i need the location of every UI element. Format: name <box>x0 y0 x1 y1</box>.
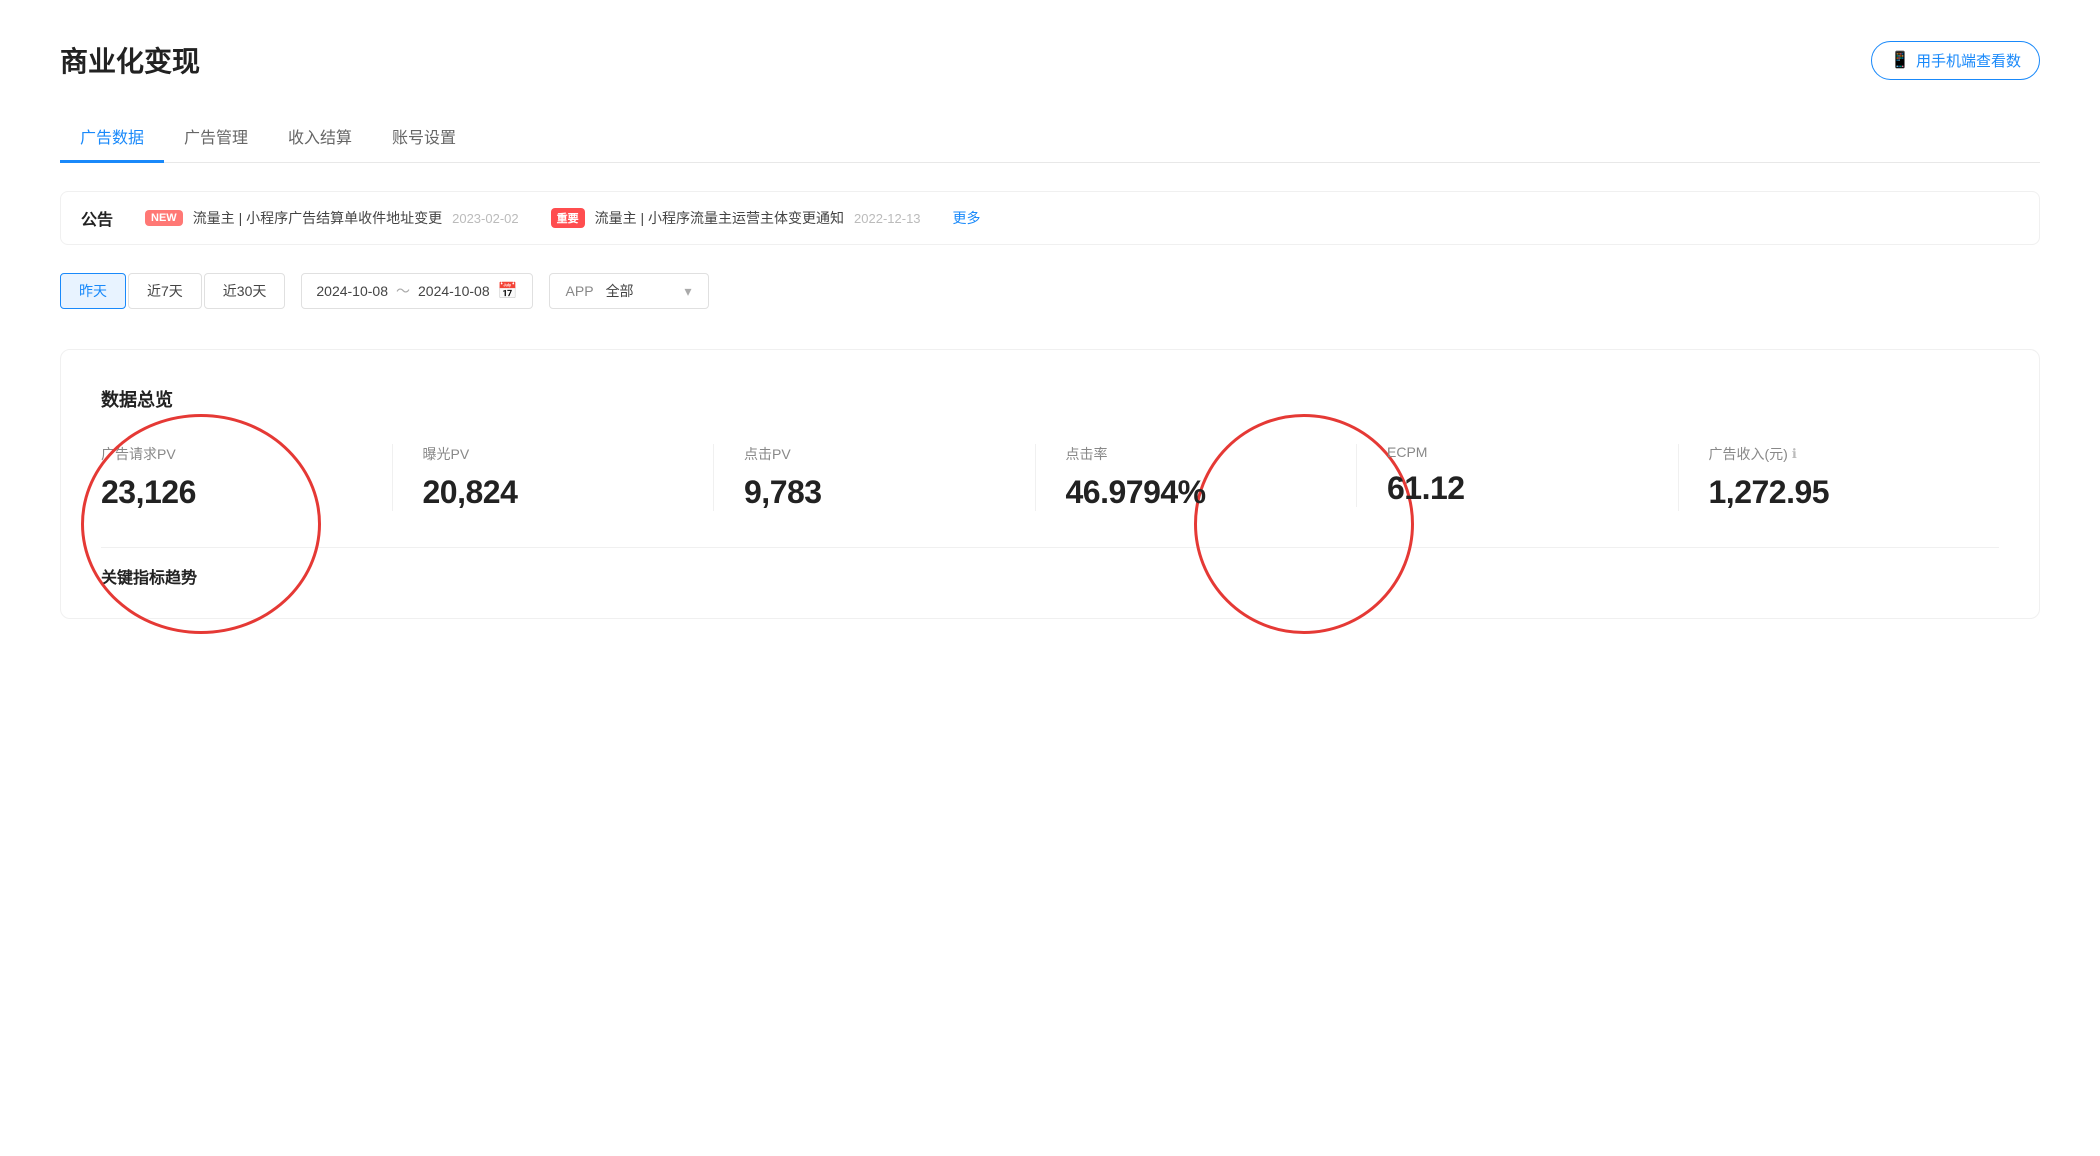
notice-badge-new: NEW <box>145 210 183 226</box>
metric-label-click-rate: 点击率 <box>1066 444 1327 464</box>
metric-value-click: 9,783 <box>744 474 1005 511</box>
mobile-btn-label: 用手机端查看数 <box>1916 50 2021 71</box>
metric-ad-request-pv: 广告请求PV 23,126 <box>101 444 392 511</box>
metric-label-ecpm: ECPM <box>1387 444 1648 460</box>
time-btn-30days[interactable]: 近30天 <box>204 273 286 309</box>
time-btn-yesterday[interactable]: 昨天 <box>60 273 126 309</box>
notice-badge-important: 重要 <box>551 208 585 228</box>
notice-more-link[interactable]: 更多 <box>953 208 981 228</box>
metric-ecpm: ECPM 61.12 <box>1356 444 1678 507</box>
metric-value-exposure: 20,824 <box>423 474 684 511</box>
date-end: 2024-10-08 <box>418 283 490 299</box>
metric-label-ad-request: 广告请求PV <box>101 444 362 464</box>
notice-label: 公告 <box>81 206 113 230</box>
notice-text-1: 流量主 | 小程序广告结算单收件地址变更 <box>193 208 442 228</box>
data-overview-section: 数据总览 广告请求PV 23,126 曝光PV 20,824 <box>60 349 2040 619</box>
metric-label-ad-revenue: 广告收入(元) ℹ <box>1709 444 1970 464</box>
metric-value-ad-revenue: 1,272.95 <box>1709 474 1970 511</box>
chevron-down-icon: ▾ <box>685 283 692 300</box>
metric-exposure-pv: 曝光PV 20,824 <box>392 444 714 511</box>
tab-ad-management[interactable]: 广告管理 <box>164 112 268 163</box>
date-separator: ～ <box>396 281 410 301</box>
app-select-prefix: APP <box>566 283 594 299</box>
date-start: 2024-10-08 <box>316 283 388 299</box>
calendar-icon: 📅 <box>498 281 518 301</box>
notice-text-2: 流量主 | 小程序流量主运营主体变更通知 <box>595 208 844 228</box>
metric-click-pv: 点击PV 9,783 <box>713 444 1035 511</box>
notice-item-2: 重要 流量主 | 小程序流量主运营主体变更通知 2022-12-13 <box>551 208 921 228</box>
tab-account-settings[interactable]: 账号设置 <box>372 112 476 163</box>
metrics-row: 广告请求PV 23,126 曝光PV 20,824 点击PV 9,783 <box>101 444 1999 511</box>
tab-ad-data[interactable]: 广告数据 <box>60 112 164 163</box>
page-title: 商业化变现 <box>60 40 200 80</box>
time-button-group: 昨天 近7天 近30天 <box>60 273 285 309</box>
metric-label-exposure: 曝光PV <box>423 444 684 464</box>
metric-ad-revenue: 广告收入(元) ℹ 1,272.95 <box>1678 444 2000 511</box>
trend-section-title: 关键指标趋势 <box>101 547 1999 588</box>
app-select-value: 全部 <box>606 281 634 301</box>
info-icon[interactable]: ℹ <box>1792 446 1797 462</box>
mobile-view-button[interactable]: 📱 用手机端查看数 <box>1871 41 2040 80</box>
metric-label-click: 点击PV <box>744 444 1005 464</box>
page-header: 商业化变现 📱 用手机端查看数 <box>60 40 2040 80</box>
metric-value-ecpm: 61.12 <box>1387 470 1648 507</box>
notice-bar: 公告 NEW 流量主 | 小程序广告结算单收件地址变更 2023-02-02 重… <box>60 191 2040 245</box>
metric-value-click-rate: 46.9794% <box>1066 474 1327 511</box>
tab-revenue-settlement[interactable]: 收入结算 <box>268 112 372 163</box>
tab-bar: 广告数据 广告管理 收入结算 账号设置 <box>60 112 2040 163</box>
metric-click-rate: 点击率 46.9794% <box>1035 444 1357 511</box>
time-btn-7days[interactable]: 近7天 <box>128 273 202 309</box>
date-range-picker[interactable]: 2024-10-08 ～ 2024-10-08 📅 <box>301 273 532 309</box>
notice-item-1: NEW 流量主 | 小程序广告结算单收件地址变更 2023-02-02 <box>145 208 519 228</box>
metric-value-ad-request: 23,126 <box>101 474 362 511</box>
app-selector[interactable]: APP 全部 ▾ <box>549 273 709 309</box>
overview-section-title: 数据总览 <box>101 386 1999 412</box>
mobile-icon: 📱 <box>1890 50 1910 70</box>
filter-bar: 昨天 近7天 近30天 2024-10-08 ～ 2024-10-08 📅 AP… <box>60 273 2040 309</box>
notice-date-2: 2022-12-13 <box>854 211 921 226</box>
notice-date-1: 2023-02-02 <box>452 211 519 226</box>
